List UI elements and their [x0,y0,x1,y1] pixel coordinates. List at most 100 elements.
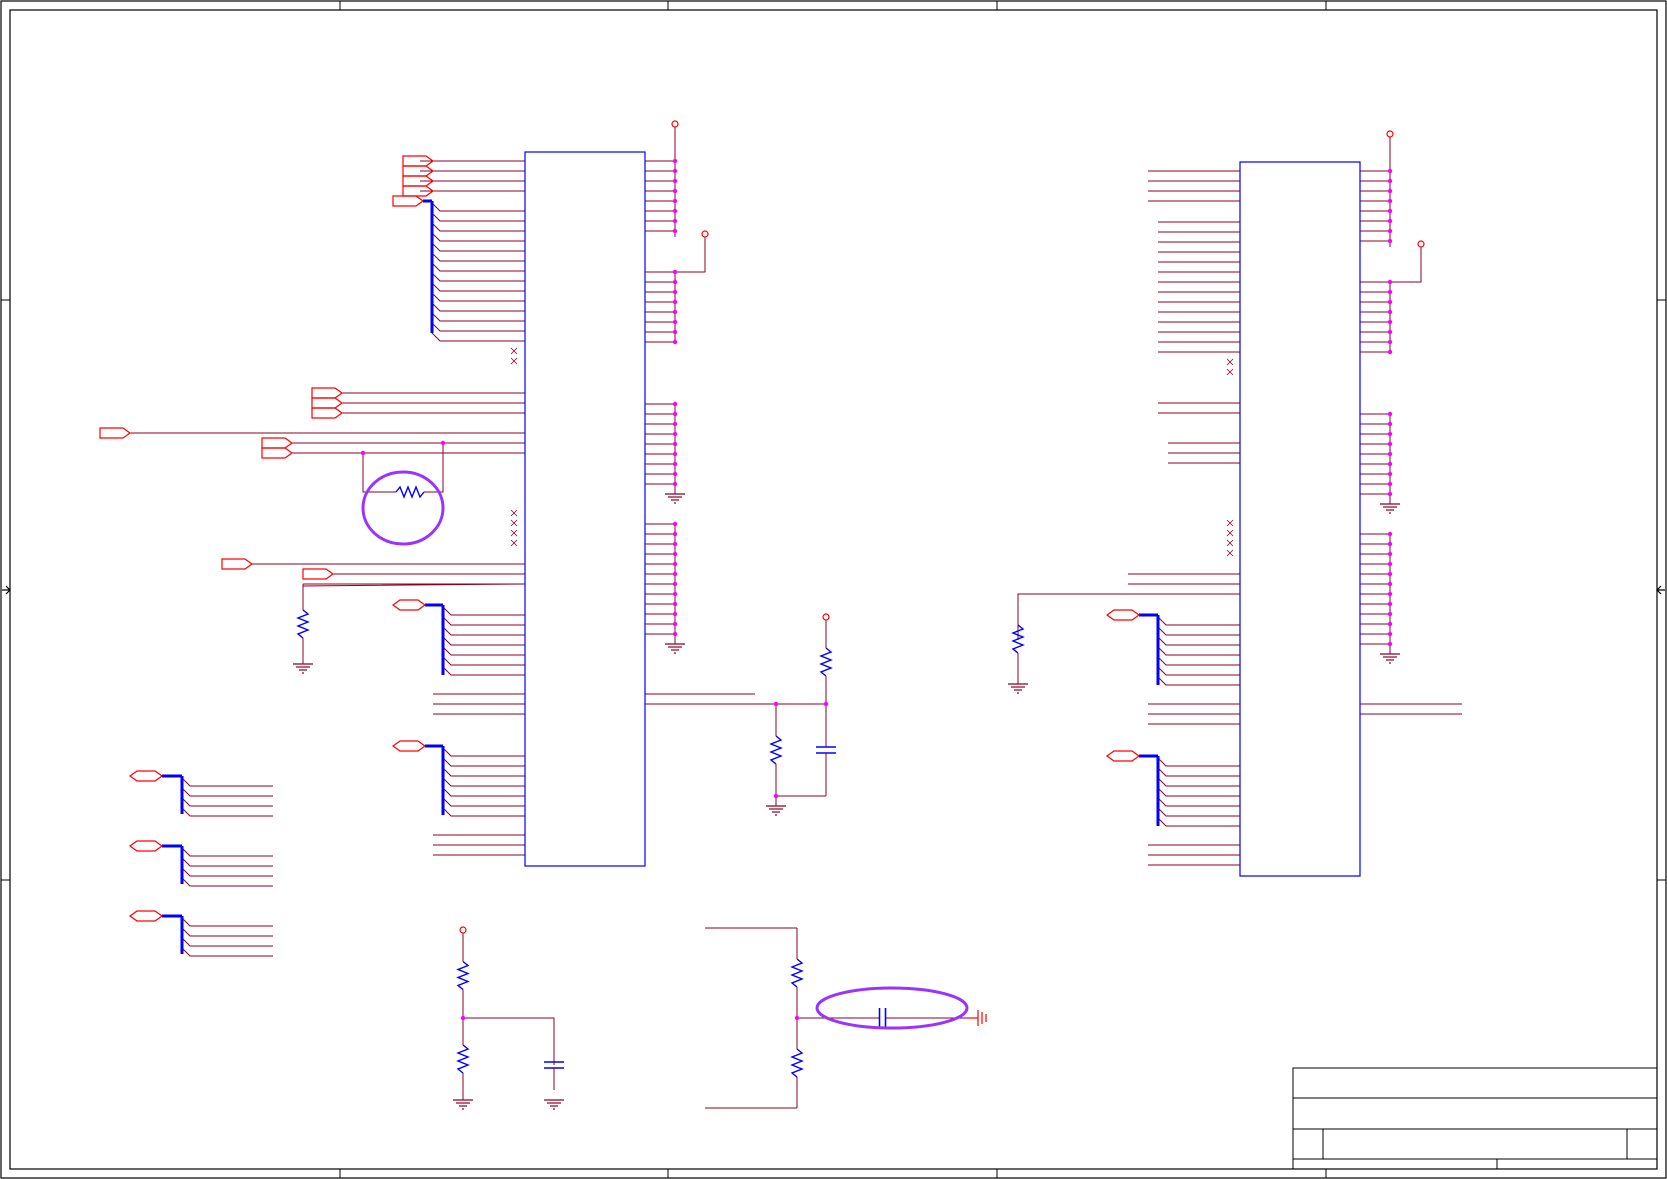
junction-dot [1387,551,1393,557]
junction-dot [672,411,678,417]
junction-dot [1387,431,1393,437]
highlight-ellipse-resistor [361,470,445,546]
bus-entry [181,917,273,927]
off-page-connector-icon [128,910,164,922]
bus-entry [431,212,525,222]
bus-entry [431,322,525,332]
junction-dot [672,611,678,617]
junction-dot [1387,238,1393,244]
no-connect-icon [1226,368,1234,376]
bus-entry [442,757,525,767]
junction-dot [823,701,829,707]
junction-dot [1387,611,1393,617]
bus-entry [181,947,273,957]
junction-dot [672,581,678,587]
bus-entry [442,666,525,676]
resistor-icon [819,647,833,677]
no-connect-icon [510,347,518,355]
off-page-connector-icon [261,437,294,449]
bus-entry [181,777,273,787]
ground-icon [1008,683,1028,694]
bus-entry [442,777,525,787]
bus-entry [442,787,525,797]
bus-entry [431,252,525,262]
no-connect-icon [1226,539,1234,547]
bus-entry [1157,616,1240,626]
junction-dot [672,441,678,447]
junction-dot [1387,168,1393,174]
ground-icon [665,643,685,654]
junction-dot [672,198,678,204]
junction-dot [672,481,678,487]
junction-dot [672,541,678,547]
junction-dot [672,158,678,164]
bus-entry [1157,797,1240,807]
junction-dot [672,551,678,557]
junction-dot [672,329,678,335]
junction-dot [1387,481,1393,487]
junction-dot [1387,621,1393,627]
no-connect-icon [510,529,518,537]
junction-dot [1387,228,1393,234]
no-connect-icon [1226,529,1234,537]
junction-dot [1387,309,1393,315]
resistor-icon [790,1048,804,1078]
ic-left [524,151,646,867]
junction-dot [1387,178,1393,184]
junction-dot [1387,581,1393,587]
power-port-icon [701,230,709,238]
junction-dot [1387,421,1393,427]
junction-dot [1387,188,1393,194]
wire [1017,593,1240,640]
bus-entry [1157,656,1240,666]
resistor-icon [790,958,804,988]
capacitor-icon [816,746,836,754]
junction-dot [672,561,678,567]
buses [162,199,1160,954]
junction-dot [672,471,678,477]
junction-dot [672,621,678,627]
ground-icon [293,663,313,674]
junction-dot [1387,208,1393,214]
junction-dot [672,228,678,234]
ground-icon [1380,503,1400,514]
junction-dot [672,339,678,345]
bus-entry [1157,777,1240,787]
off-page-connector-icon [311,387,344,399]
capacitor-highlighted [878,1008,887,1028]
bus-entry [442,646,525,656]
no-connect-icon [510,357,518,365]
bus-entry [1157,817,1240,827]
title-block [1292,1067,1658,1170]
junction-dot [672,178,678,184]
junction-dot [1387,218,1393,224]
resistor-icon [769,735,783,765]
resistor-highlighted [395,485,425,499]
bus-entry [181,847,273,857]
bus-entry [181,807,273,817]
junction-dot [672,461,678,467]
ground-icon [665,493,685,504]
off-page-connector-icon [261,447,294,459]
junction-dot [672,299,678,305]
bus-entry [1157,626,1240,636]
junction-dot [1387,339,1393,345]
junction-dot [1387,491,1393,497]
junctions [360,158,1393,1021]
junction-dot [672,591,678,597]
junction-dot [672,319,678,325]
arrow-marker-icon [1656,585,1665,595]
off-page-connector-icon [391,599,427,611]
junction-dot [1387,411,1393,417]
sheet-border [0,0,1667,1179]
junction-dot [672,571,678,577]
junction-dot [1387,571,1393,577]
junction-dot [1387,299,1393,305]
bus-entry [442,626,525,636]
bus-entry [1157,807,1240,817]
power-port-icon [822,613,830,621]
junction-dot [1387,601,1393,607]
off-page-connector-icon [1105,609,1141,621]
wire [440,443,444,493]
junction-dot [1387,329,1393,335]
